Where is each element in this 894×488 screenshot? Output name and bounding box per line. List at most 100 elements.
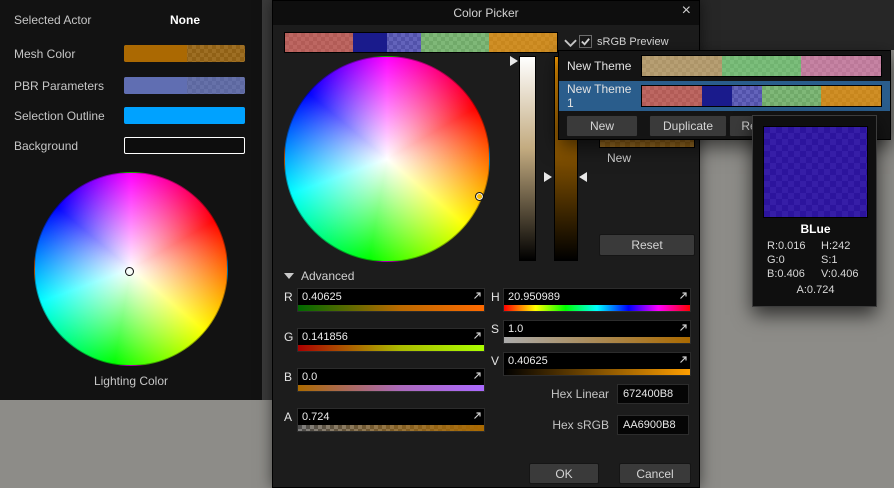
advanced-label: Advanced bbox=[301, 269, 355, 283]
pbr-parameters-label: PBR Parameters bbox=[14, 79, 105, 93]
check-icon bbox=[581, 38, 590, 46]
hex-srgb-row: Hex sRGB AA6900B8 bbox=[273, 415, 701, 435]
srgb-preview-checkbox[interactable] bbox=[579, 35, 592, 48]
theme-swatch[interactable] bbox=[731, 86, 762, 106]
saturation-gradient-strip[interactable] bbox=[504, 337, 690, 343]
selection-outline-row: Selection Outline bbox=[0, 107, 262, 125]
mesh-color-swatch[interactable] bbox=[124, 45, 245, 62]
value-slider-marker-left-icon[interactable] bbox=[544, 172, 552, 182]
value-value[interactable]: 0.40625 bbox=[508, 354, 548, 369]
selected-actor-value: None bbox=[170, 13, 200, 27]
green-value[interactable]: 0.141856 bbox=[302, 330, 348, 345]
theme-swatch[interactable] bbox=[761, 86, 822, 106]
editor-background-band bbox=[700, 0, 894, 50]
value-input[interactable]: 0.40625 bbox=[503, 352, 691, 376]
close-icon[interactable]: × bbox=[682, 2, 691, 20]
theme-swatch[interactable] bbox=[721, 56, 802, 76]
theme-swatch[interactable] bbox=[701, 86, 732, 106]
spinbox-arrow-icon bbox=[473, 371, 482, 380]
advanced-expander[interactable]: Advanced bbox=[284, 269, 354, 283]
reset-button[interactable]: Reset bbox=[599, 234, 695, 256]
lighting-wheel-marker-icon[interactable] bbox=[125, 267, 135, 277]
hue-input[interactable]: 20.950989 bbox=[503, 288, 691, 312]
theme-swatch[interactable] bbox=[642, 86, 702, 106]
chevron-down-icon bbox=[563, 39, 577, 47]
tooltip-row: R:0.016 H:242 bbox=[767, 240, 867, 252]
hex-srgb-input[interactable]: AA6900B8 bbox=[617, 415, 689, 435]
srgb-preview-label[interactable]: sRGB Preview bbox=[597, 36, 669, 48]
saturation-input[interactable]: 1.0 bbox=[503, 320, 691, 344]
spinbox-arrow-icon bbox=[679, 323, 688, 332]
hex-linear-input[interactable]: 672400B8 bbox=[617, 384, 689, 404]
selection-outline-label: Selection Outline bbox=[14, 109, 105, 123]
dialog-titlebar[interactable]: Color Picker × bbox=[273, 1, 699, 25]
selection-outline-swatch[interactable] bbox=[124, 107, 245, 124]
theme-duplicate-button[interactable]: Duplicate bbox=[649, 115, 727, 137]
color-wheel-marker-icon[interactable] bbox=[474, 191, 484, 201]
value-gradient-strip[interactable] bbox=[504, 369, 690, 375]
green-gradient-strip[interactable] bbox=[298, 345, 484, 351]
theme-menu-item-new-theme-1[interactable]: New Theme 1 bbox=[559, 81, 890, 111]
color-wheel[interactable] bbox=[284, 56, 490, 262]
lighting-color-wheel[interactable] bbox=[34, 172, 228, 366]
mesh-color-label: Mesh Color bbox=[14, 47, 76, 61]
red-gradient-strip[interactable] bbox=[298, 305, 484, 311]
theme-swatch[interactable] bbox=[801, 56, 882, 76]
tooltip-color-name: BLue bbox=[800, 222, 831, 236]
red-value[interactable]: 0.40625 bbox=[302, 290, 342, 305]
theme-swatch[interactable] bbox=[489, 33, 557, 52]
tooltip-color-fill bbox=[764, 127, 867, 217]
background-swatch[interactable] bbox=[124, 137, 245, 154]
hex-srgb-label: Hex sRGB bbox=[552, 418, 609, 432]
tooltip-v-value: V:0.406 bbox=[821, 268, 859, 280]
tooltip-color-swatch bbox=[763, 126, 868, 218]
theme-new-button[interactable]: New bbox=[566, 115, 638, 137]
spinbox-arrow-icon bbox=[679, 355, 688, 364]
saturation-slider-marker-icon[interactable] bbox=[510, 56, 518, 66]
green-input[interactable]: 0.141856 bbox=[297, 328, 485, 352]
tooltip-s-value: S:1 bbox=[821, 254, 838, 266]
channel-label-r: R bbox=[284, 290, 293, 304]
current-theme-strip[interactable] bbox=[284, 32, 558, 53]
cancel-button[interactable]: Cancel bbox=[619, 463, 691, 484]
background-label: Background bbox=[14, 139, 79, 153]
pbr-opaque-half bbox=[124, 77, 188, 94]
pbr-parameters-swatch[interactable] bbox=[124, 77, 245, 94]
channel-label-s: S bbox=[491, 322, 500, 336]
tooltip-h-value: H:242 bbox=[821, 240, 851, 252]
spinbox-arrow-icon bbox=[473, 291, 482, 300]
tooltip-a-value: A:0.724 bbox=[796, 284, 835, 296]
theme-swatch[interactable] bbox=[353, 33, 387, 52]
saturation-value[interactable]: 1.0 bbox=[508, 322, 523, 337]
ok-button[interactable]: OK bbox=[529, 463, 599, 484]
mesh-color-opaque-half bbox=[124, 45, 188, 62]
theme-swatch[interactable] bbox=[642, 56, 722, 76]
tooltip-row: B:0.406 V:0.406 bbox=[767, 268, 867, 280]
theme-swatch[interactable] bbox=[421, 33, 489, 52]
channel-label-v: V bbox=[491, 354, 500, 368]
blue-value[interactable]: 0.0 bbox=[302, 370, 317, 385]
theme-colors-strip[interactable] bbox=[641, 55, 882, 77]
selected-actor-panel: Selected Actor None Mesh Color PBR Param… bbox=[0, 0, 262, 400]
hue-value[interactable]: 20.950989 bbox=[508, 290, 560, 305]
spinbox-arrow-icon bbox=[473, 331, 482, 340]
panel-gap bbox=[262, 0, 272, 400]
value-slider-marker-right-icon[interactable] bbox=[579, 172, 587, 182]
theme-swatch[interactable] bbox=[387, 33, 421, 52]
theme-name: New Theme 1 bbox=[567, 82, 632, 110]
theme-menu-item-new-theme[interactable]: New Theme bbox=[559, 51, 890, 81]
pbr-alpha-half bbox=[187, 77, 245, 94]
color-info-tooltip: BLue R:0.016 H:242 G:0 S:1 B:0.406 V:0.4… bbox=[752, 115, 877, 307]
theme-colors-strip[interactable] bbox=[641, 85, 882, 107]
saturation-slider[interactable] bbox=[519, 56, 536, 261]
selected-actor-row: Selected Actor None bbox=[0, 11, 262, 29]
channel-label-g: G bbox=[284, 330, 294, 344]
theme-swatch[interactable] bbox=[285, 33, 353, 52]
red-input[interactable]: 0.40625 bbox=[297, 288, 485, 312]
hue-gradient-strip[interactable] bbox=[504, 305, 690, 311]
tooltip-b-value: B:0.406 bbox=[767, 268, 805, 280]
background-row: Background bbox=[0, 137, 262, 155]
expander-arrow-icon bbox=[284, 273, 294, 279]
theme-swatch[interactable] bbox=[821, 86, 881, 106]
tooltip-g-value: G:0 bbox=[767, 254, 785, 266]
